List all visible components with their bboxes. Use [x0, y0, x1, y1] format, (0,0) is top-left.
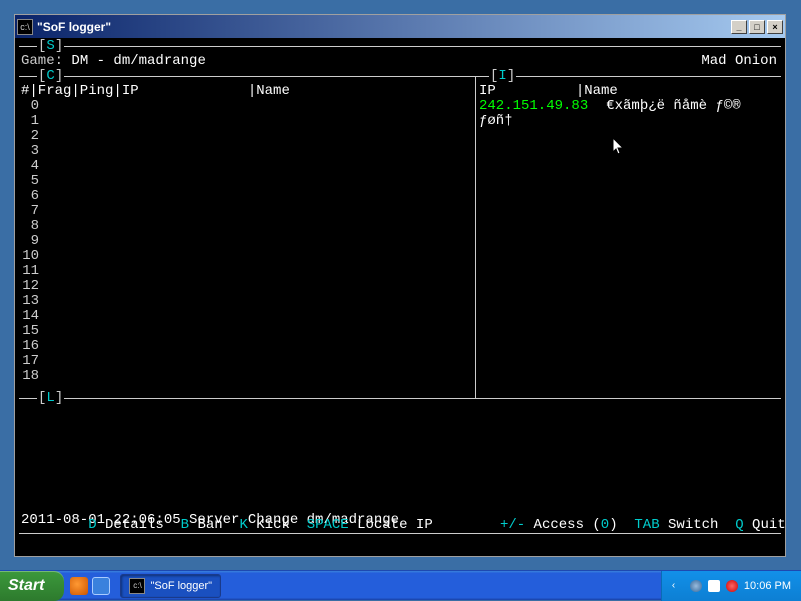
- tray-expand-icon[interactable]: ‹: [672, 580, 684, 592]
- system-tray[interactable]: ‹ 10:06 PM: [661, 571, 801, 601]
- row-number: 4: [21, 159, 473, 174]
- panel-i-entry: 242.151.49.83€xãmþ¿ë ñåmè ƒ©® ƒøñ†: [479, 99, 779, 129]
- row-number: 8: [21, 219, 473, 234]
- tray-icon-3[interactable]: [726, 580, 738, 592]
- panel-i-header: IP|Name: [479, 84, 779, 99]
- row-number: 3: [21, 144, 473, 159]
- row-number: 10: [21, 249, 473, 264]
- hint-q-key[interactable]: Q: [735, 517, 743, 533]
- firefox-icon[interactable]: [70, 577, 88, 595]
- row-number: 7: [21, 204, 473, 219]
- quick-launch: [64, 577, 116, 595]
- footer-hints: D Details B Ban K Kick SPACE Locate IP +…: [21, 503, 779, 548]
- tray-icon-1[interactable]: [690, 580, 702, 592]
- hint-d-key[interactable]: D: [88, 517, 96, 533]
- row-number: 13: [21, 294, 473, 309]
- hint-tab-key[interactable]: TAB: [634, 517, 659, 533]
- hint-access-key[interactable]: +/-: [500, 517, 525, 533]
- hint-b-key[interactable]: B: [181, 517, 189, 533]
- row-number: 17: [21, 354, 473, 369]
- row-number: 5: [21, 174, 473, 189]
- row-number: 6: [21, 189, 473, 204]
- row-number: 15: [21, 324, 473, 339]
- hint-space-key[interactable]: SPACE: [307, 517, 349, 533]
- row-number: 1: [21, 114, 473, 129]
- hint-k-key[interactable]: K: [239, 517, 247, 533]
- game-line: Game: DM - dm/madrange: [21, 54, 206, 69]
- start-button[interactable]: Start: [0, 571, 64, 601]
- panel-c-header: #|Frag|Ping|IP |Name: [21, 84, 473, 99]
- titlebar[interactable]: c:\ "SoF logger" _ □ ×: [15, 15, 785, 38]
- row-number: 0: [21, 99, 473, 114]
- row-number: 2: [21, 129, 473, 144]
- panel-i-label: I: [498, 68, 506, 84]
- server-name: Mad Onion: [701, 54, 777, 69]
- row-number: 16: [21, 339, 473, 354]
- tray-icon-2[interactable]: [708, 580, 720, 592]
- show-desktop-icon[interactable]: [92, 577, 110, 595]
- entry-ip: 242.151.49.83: [479, 98, 588, 114]
- close-button[interactable]: ×: [767, 20, 783, 34]
- row-number: 18: [21, 369, 473, 384]
- app-icon: c:\: [17, 19, 33, 35]
- window-title: "SoF logger": [37, 20, 731, 34]
- taskbar-item-soflogger[interactable]: c:\ "SoF logger": [120, 574, 221, 598]
- row-number: 12: [21, 279, 473, 294]
- maximize-button[interactable]: □: [749, 20, 765, 34]
- row-number: 14: [21, 309, 473, 324]
- panel-s-label: S: [46, 38, 54, 54]
- clock[interactable]: 10:06 PM: [744, 580, 791, 592]
- row-number: 9: [21, 234, 473, 249]
- taskbar[interactable]: Start c:\ "SoF logger" ‹ 10:06 PM: [0, 570, 801, 600]
- console-window: c:\ "SoF logger" _ □ × [S] Game: DM - dm…: [14, 14, 786, 557]
- minimize-button[interactable]: _: [731, 20, 747, 34]
- task-label: "SoF logger": [150, 580, 212, 592]
- panel-c-label: C: [46, 68, 54, 84]
- panel-l-label: L: [46, 390, 54, 406]
- console-area: [S] Game: DM - dm/madrange Mad Onion [C]…: [15, 38, 785, 556]
- row-number: 11: [21, 264, 473, 279]
- game-mode: DM - dm/madrange: [71, 53, 205, 69]
- task-app-icon: c:\: [129, 578, 145, 594]
